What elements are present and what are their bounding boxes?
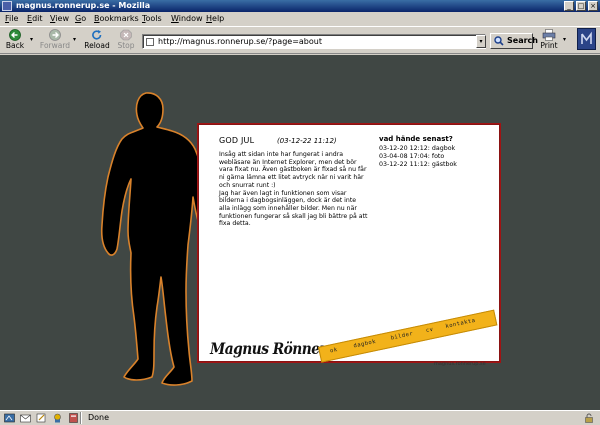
menu-window[interactable]: Window bbox=[171, 13, 203, 25]
reload-button[interactable]: Reload bbox=[84, 29, 110, 53]
mozilla-throbber-logo[interactable] bbox=[577, 28, 596, 50]
security-lock-icon[interactable] bbox=[584, 413, 594, 423]
recent-update-item[interactable]: 03-04-08 17:04: foto bbox=[379, 153, 457, 161]
status-separator bbox=[80, 412, 82, 424]
menu-bookmarks[interactable]: Bookmarks bbox=[94, 13, 139, 25]
menu-edit[interactable]: Edit bbox=[27, 13, 43, 25]
page-favicon-icon bbox=[146, 38, 154, 46]
site-credit: magnus.ronnerup.se bbox=[434, 361, 486, 367]
menu-view[interactable]: View bbox=[50, 13, 69, 25]
nav-link-bilder[interactable]: bilder bbox=[390, 331, 414, 342]
stop-label: Stop bbox=[117, 41, 135, 50]
menu-go[interactable]: Go bbox=[75, 13, 86, 25]
recent-updates-title: vad hände senast? bbox=[379, 135, 453, 143]
close-button[interactable]: × bbox=[588, 1, 598, 11]
recent-updates-list: 03-12-20 12:12: dagbok 03-04-08 17:04: f… bbox=[379, 145, 457, 170]
nav-link-ok[interactable]: ok bbox=[330, 347, 339, 354]
recent-update-item[interactable]: 03-12-22 11:12: gästbok bbox=[379, 161, 457, 169]
forward-button[interactable]: Forward bbox=[39, 29, 71, 53]
back-arrow-icon bbox=[9, 29, 21, 41]
address-book-icon[interactable] bbox=[68, 413, 79, 423]
url-history-dropdown-icon[interactable]: ▾ bbox=[476, 35, 486, 48]
chat-icon[interactable] bbox=[52, 413, 63, 423]
url-text: http://magnus.ronnerup.se/?page=about bbox=[158, 37, 322, 46]
print-button[interactable]: Print bbox=[539, 29, 559, 53]
search-icon bbox=[494, 36, 504, 46]
print-label: Print bbox=[540, 41, 558, 50]
nav-link-kontakta[interactable]: kontakta bbox=[445, 318, 476, 330]
minimize-button[interactable]: _ bbox=[564, 1, 574, 11]
search-label: Search bbox=[507, 36, 538, 45]
forward-dropdown-icon[interactable]: ▾ bbox=[73, 37, 79, 43]
mozilla-logo-icon bbox=[581, 31, 592, 44]
url-bar[interactable]: http://magnus.ronnerup.se/?page=about bbox=[142, 34, 486, 49]
nav-link-cv[interactable]: cv bbox=[425, 327, 434, 334]
menu-tools[interactable]: Tools bbox=[142, 13, 162, 25]
post-date: (03-12-22 11:12) bbox=[277, 137, 337, 145]
status-text: Done bbox=[88, 413, 110, 422]
stop-icon bbox=[120, 29, 132, 41]
navigator-icon[interactable] bbox=[4, 413, 15, 423]
mail-icon[interactable] bbox=[20, 413, 31, 423]
mozilla-window-icon[interactable] bbox=[2, 1, 12, 11]
status-bar: Done bbox=[0, 410, 600, 425]
post-paragraph: Insåg att sidan inte har fungerat i andr… bbox=[219, 151, 367, 189]
nav-link-dagbok[interactable]: dagbok bbox=[353, 339, 377, 350]
reload-label: Reload bbox=[84, 41, 110, 50]
back-label: Back bbox=[5, 41, 25, 50]
post-title: GOD JUL bbox=[219, 136, 255, 145]
post-body: Insåg att sidan inte har fungerat i andr… bbox=[219, 151, 369, 228]
stop-button[interactable]: Stop bbox=[116, 29, 136, 53]
window-title: magnus.ronnerup.se - Mozilla bbox=[16, 1, 151, 10]
window-title-bar: magnus.ronnerup.se - Mozilla _ □ × bbox=[0, 0, 600, 12]
menu-bar: File Edit View Go Bookmarks Tools Window… bbox=[0, 12, 600, 26]
navigation-toolbar: Back ▾ Forward ▾ Reload Stop http://magn… bbox=[0, 26, 600, 54]
menu-help[interactable]: Help bbox=[206, 13, 224, 25]
printer-icon bbox=[542, 29, 556, 41]
page-viewport: GOD JUL (03-12-22 11:12) Insåg att sidan… bbox=[0, 55, 600, 410]
forward-arrow-icon bbox=[49, 29, 61, 41]
composer-icon[interactable] bbox=[36, 413, 47, 423]
back-dropdown-icon[interactable]: ▾ bbox=[30, 37, 36, 43]
search-button[interactable]: Search bbox=[490, 33, 538, 49]
print-dropdown-icon[interactable]: ▾ bbox=[563, 37, 569, 43]
back-button[interactable]: Back bbox=[3, 29, 27, 53]
recent-update-item[interactable]: 03-12-20 12:12: dagbok bbox=[379, 145, 457, 153]
menu-file[interactable]: File bbox=[5, 13, 18, 25]
maximize-button[interactable]: □ bbox=[576, 1, 586, 11]
post-paragraph: Jag har även lagt in funktionen som visa… bbox=[219, 189, 368, 228]
forward-label: Forward bbox=[39, 41, 71, 50]
reload-icon bbox=[92, 30, 102, 40]
